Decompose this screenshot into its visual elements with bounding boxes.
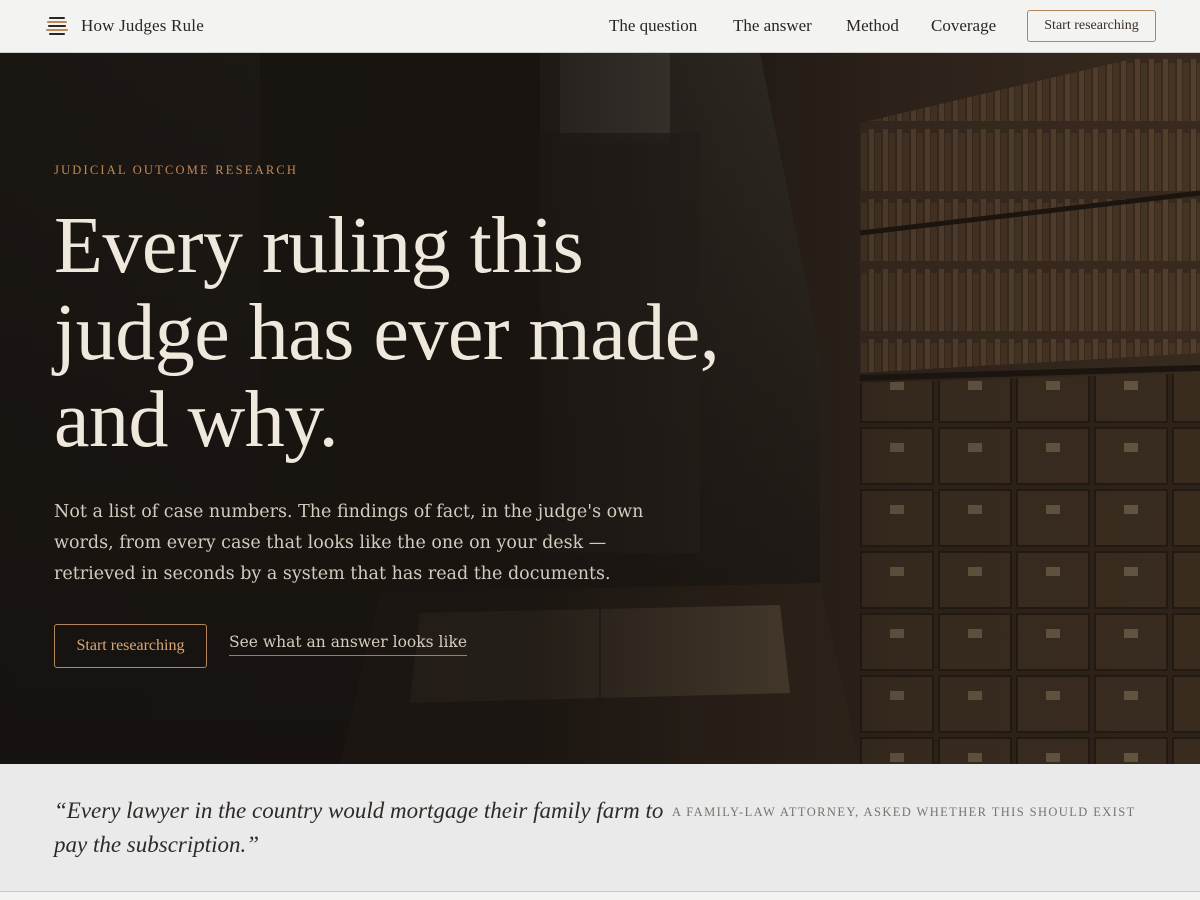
brand-name: How Judges Rule	[81, 16, 204, 35]
see-answer-link[interactable]: See what an answer looks like	[229, 633, 468, 656]
nav-item-the-question[interactable]: The question	[609, 14, 697, 38]
next-section-edge	[0, 892, 1200, 900]
headline-line-2: judge has ever made,	[54, 289, 720, 377]
testimonial-band: “Every lawyer in the country would mortg…	[0, 764, 1200, 892]
testimonial-quote: “Every lawyer in the country would mortg…	[54, 798, 664, 857]
site-header: How Judges Rule The question The answer …	[0, 0, 1200, 53]
stacked-books-icon	[46, 15, 68, 37]
hero-eyebrow: JUDICIAL OUTCOME RESEARCH	[54, 163, 299, 177]
headline-line-1: Every ruling this	[54, 202, 584, 290]
nav-item-method[interactable]: Method	[846, 14, 899, 38]
testimonial-attribution: A FAMILY-LAW ATTORNEY, ASKED WHETHER THI…	[672, 805, 1136, 819]
hero-lede: Not a list of case numbers. The findings…	[54, 502, 644, 584]
brand-logo-link[interactable]: How Judges Rule	[46, 14, 204, 38]
nav-item-coverage[interactable]: Coverage	[931, 14, 996, 38]
hero-section: JUDICIAL OUTCOME RESEARCH Every ruling t…	[0, 53, 1200, 764]
hero-headline: Every ruling this judge has ever made, a…	[54, 203, 754, 464]
hero-start-researching-button[interactable]: Start researching	[54, 624, 207, 668]
headline-line-3: and why.	[54, 376, 339, 464]
header-start-researching-button[interactable]: Start researching	[1027, 10, 1156, 42]
nav-item-the-answer[interactable]: The answer	[733, 14, 812, 38]
